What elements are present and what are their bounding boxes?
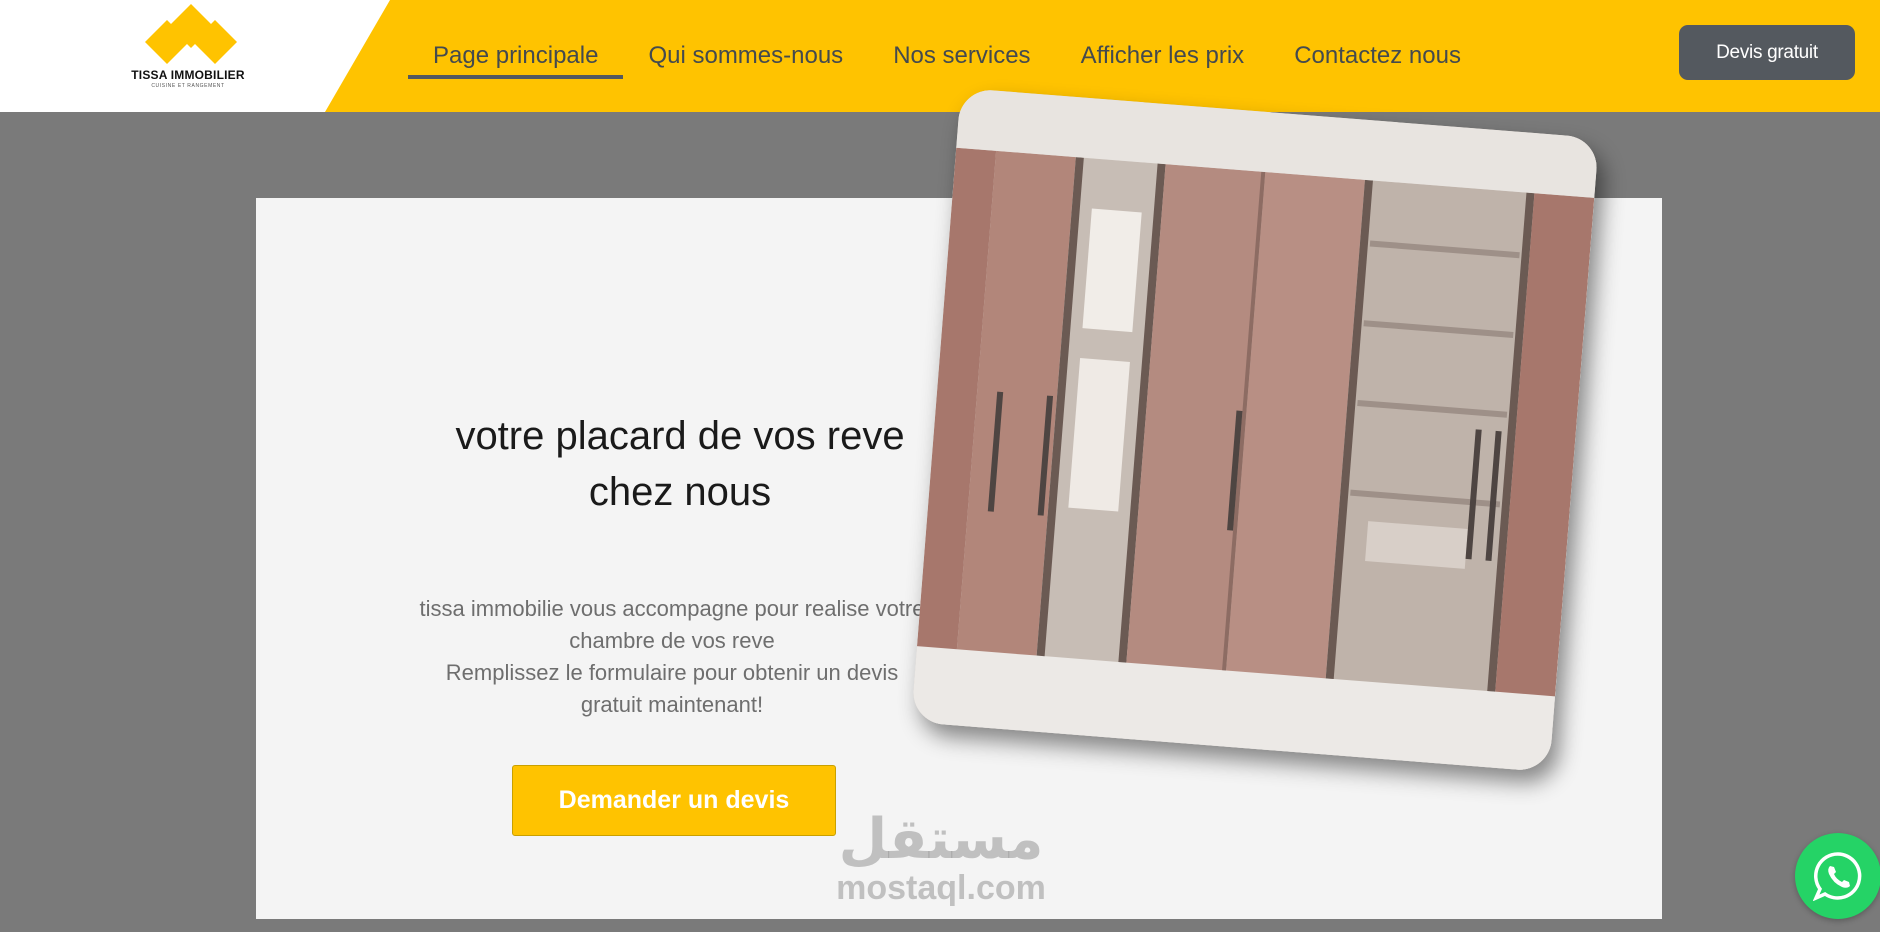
hero-title-line-2: chez nous — [588, 470, 772, 514]
hero-title-line-1: votre placard de vos reve — [455, 414, 905, 458]
logo-tagline: CUISINE ET RANGEMENT — [151, 83, 225, 89]
hero-title: votre placard de vos reve chez nous — [400, 408, 960, 520]
request-quote-button[interactable]: Demander un devis — [512, 765, 836, 836]
hero-text-line-4: gratuit maintenant! — [580, 692, 764, 717]
logo-mark-icon — [145, 4, 237, 64]
hero-text-line-3: Remplissez le formulaire pour obtenir un… — [445, 660, 899, 685]
whatsapp-icon — [1813, 852, 1862, 901]
site-header: TISSA IMMOBILIER CUISINE ET RANGEMENT Pa… — [0, 0, 1880, 112]
nav-item-home[interactable]: Page principale — [408, 0, 624, 112]
logo-name: TISSA IMMOBILIER — [131, 68, 245, 82]
hero-text-line-1: tissa immobilie vous accompagne pour rea… — [419, 596, 925, 621]
watermark-latin: mostaql.com — [836, 869, 1046, 907]
nav-item-prices[interactable]: Afficher les prix — [1056, 0, 1270, 112]
free-quote-button[interactable]: Devis gratuit — [1679, 25, 1855, 80]
mostaql-watermark: مستقل mostaql.com — [826, 807, 1056, 907]
hero-text-line-2: chambre de vos reve — [569, 628, 775, 653]
hero-description: tissa immobilie vous accompagne pour rea… — [392, 593, 952, 721]
main-nav: Page principale Qui sommes-nous Nos serv… — [408, 0, 1486, 112]
watermark-arabic: مستقل — [838, 807, 1044, 870]
wardrobe-photo — [911, 87, 1599, 773]
logo-area: TISSA IMMOBILIER CUISINE ET RANGEMENT — [0, 0, 390, 112]
wardrobe-illustration — [911, 87, 1599, 773]
nav-item-about[interactable]: Qui sommes-nous — [623, 0, 868, 112]
nav-item-contact[interactable]: Contactez nous — [1269, 0, 1486, 112]
whatsapp-button[interactable] — [1795, 833, 1880, 919]
